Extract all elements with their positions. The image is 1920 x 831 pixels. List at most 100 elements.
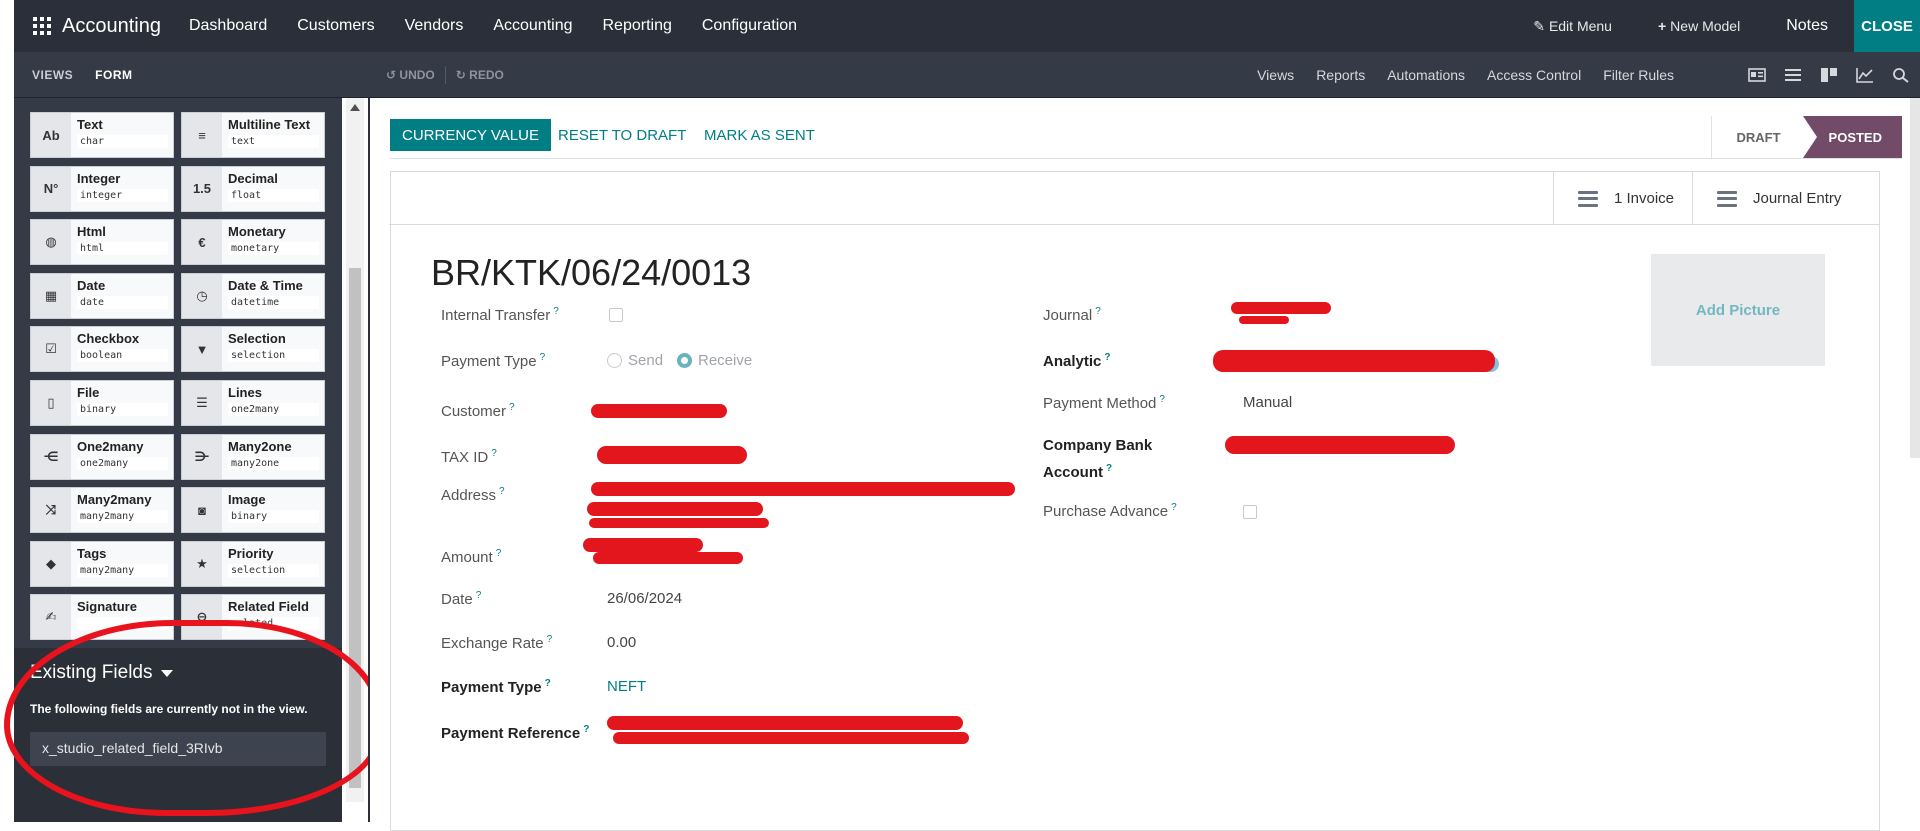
pencil-icon: ✎ (1533, 17, 1545, 34)
scroll-thumb[interactable] (349, 268, 361, 788)
nav-accounting[interactable]: Accounting (493, 17, 572, 35)
field-type-technical-name: binary (228, 510, 319, 524)
stage-draft[interactable]: DRAFT (1711, 116, 1803, 158)
image-icon: ◙ (182, 488, 222, 533)
field-type-label: Tags (77, 545, 107, 561)
notes-button[interactable]: Notes (1786, 17, 1828, 35)
field-type-label: Checkbox (77, 331, 140, 347)
field-type-text: Checkbox boolean (71, 327, 173, 371)
field-type-signature[interactable]: ✍ Signature (30, 594, 174, 641)
studio-subbar: VIEWS FORM ↺ UNDO ↻ REDO Views Reports A… (14, 52, 1920, 98)
field-type-one2many[interactable]: ⋲ One2many one2many (30, 433, 174, 480)
field-type-technical-name: many2one (228, 456, 319, 470)
scroll-up-arrow-icon[interactable] (350, 104, 360, 111)
record-title: BR/KTK/06/24/0013 (431, 252, 752, 293)
field-type-decimal[interactable]: 1.5 Decimal float (181, 165, 325, 212)
nav-customers[interactable]: Customers (297, 17, 374, 35)
existing-field-item[interactable]: x_studio_related_field_3RIvb (30, 731, 326, 766)
link-reports[interactable]: Reports (1316, 67, 1365, 83)
stage-posted[interactable]: POSTED (1802, 116, 1902, 158)
add-picture-button[interactable]: Add Picture (1651, 254, 1825, 366)
date-value[interactable]: 26/06/2024 (607, 590, 682, 607)
field-type-text: Date date (71, 274, 173, 318)
field-type-text: Many2one many2one (222, 435, 324, 479)
field-type-multiline-text[interactable]: ≡ Multiline Text text (181, 112, 325, 158)
existing-fields-toggle[interactable]: Existing Fields (30, 662, 342, 684)
field-type-technical-name: float (228, 188, 319, 202)
field-type-html[interactable]: ◍ Html html (30, 219, 174, 266)
field-type-checkbox[interactable]: ☑ Checkbox boolean (30, 326, 174, 373)
radio-receive[interactable]: Receive (677, 352, 752, 369)
kanban-view-icon[interactable] (1820, 67, 1838, 83)
graph-view-icon[interactable] (1856, 67, 1874, 83)
redaction-mark (591, 404, 727, 418)
exchange-rate-value[interactable]: 0.00 (607, 634, 636, 651)
main-scrollbar[interactable] (1910, 98, 1920, 458)
field-type-many2many[interactable]: ⤨ Many2many many2many (30, 487, 174, 534)
apps-grid-icon[interactable] (22, 0, 62, 52)
field-type-tags[interactable]: ◆ Tags many2many (30, 540, 174, 587)
link-automations[interactable]: Automations (1387, 67, 1465, 83)
field-type-date[interactable]: ▦ Date date (30, 272, 174, 319)
field-type-monetary[interactable]: € Monetary monetary (181, 219, 325, 266)
payment-type-value[interactable]: NEFT (607, 678, 646, 695)
label-internal-transfer: Internal Transfer? (441, 306, 559, 324)
link-access-control[interactable]: Access Control (1487, 67, 1581, 83)
journal-entry-smart-button[interactable]: Journal Entry (1692, 172, 1879, 225)
field-type-file[interactable]: ▯ File binary (30, 380, 174, 426)
link-filter-rules[interactable]: Filter Rules (1603, 67, 1674, 83)
field-type-text: Signature (71, 595, 173, 639)
field-type-date-time[interactable]: ◷ Date & Time datetime (181, 272, 325, 319)
close-studio-button[interactable]: CLOSE (1854, 0, 1920, 52)
nav-vendors[interactable]: Vendors (405, 17, 464, 35)
nav-dashboard[interactable]: Dashboard (189, 17, 267, 35)
new-model-button[interactable]: + New Model (1658, 18, 1740, 34)
sidebar-scrollbar[interactable] (346, 98, 364, 802)
invoice-smart-button[interactable]: 1 Invoice (1552, 172, 1692, 225)
existing-fields-title: Existing Fields (30, 662, 153, 683)
redaction-mark (1213, 350, 1495, 372)
reset-to-draft-button[interactable]: RESET TO DRAFT (558, 119, 686, 151)
edit-menu-button[interactable]: ✎ Edit Menu (1533, 18, 1612, 35)
redo-button[interactable]: ↻ REDO (456, 68, 504, 82)
field-type-text: One2many one2many (71, 435, 173, 479)
new-model-label: New Model (1670, 18, 1741, 34)
field-type-text[interactable]: Ab Text char (30, 112, 174, 158)
radio-send-label: Send (628, 352, 664, 369)
form-view-icon[interactable] (1748, 67, 1766, 83)
field-type-image[interactable]: ◙ Image binary (181, 487, 325, 534)
link-views[interactable]: Views (1257, 67, 1294, 83)
field-type-many2one[interactable]: ⋺ Many2one many2one (181, 433, 325, 480)
field-type-label: Priority (228, 545, 274, 561)
related-field-icon: ⊖ (182, 595, 222, 640)
payment-method-value[interactable]: Manual (1243, 394, 1292, 411)
mark-as-sent-button[interactable]: MARK AS SENT (704, 119, 815, 151)
signature-icon: ✍ (31, 595, 71, 640)
undo-button[interactable]: ↺ UNDO (386, 68, 435, 82)
app-brand[interactable]: Accounting (62, 15, 161, 38)
list-view-icon[interactable] (1784, 67, 1802, 83)
field-type-technical-name: selection (228, 563, 319, 577)
field-type-lines[interactable]: ☰ Lines one2many (181, 380, 325, 426)
search-icon[interactable] (1892, 67, 1910, 83)
field-type-integer[interactable]: N° Integer integer (30, 165, 174, 212)
field-type-selection[interactable]: ▼ Selection selection (181, 326, 325, 373)
monetary-icon: € (182, 220, 222, 265)
currency-value-button[interactable]: CURRENCY VALUE (390, 119, 551, 151)
nav-reporting[interactable]: Reporting (603, 17, 672, 35)
label-payment-type: Payment Type? (441, 352, 546, 370)
internal-transfer-checkbox[interactable] (609, 308, 623, 322)
purchase-advance-checkbox[interactable] (1243, 505, 1257, 519)
tab-form[interactable]: FORM (95, 68, 132, 82)
label-payment-method: Payment Method? (1043, 394, 1165, 412)
nav-configuration[interactable]: Configuration (702, 17, 797, 35)
radio-send[interactable]: Send (607, 352, 663, 369)
field-type-related-field[interactable]: ⊖ Related Field related (181, 594, 325, 641)
tab-views[interactable]: VIEWS (32, 68, 73, 82)
field-type-priority[interactable]: ★ Priority selection (181, 540, 325, 587)
redaction-mark (593, 552, 743, 564)
date-time-icon: ◷ (182, 273, 222, 318)
redaction-mark (589, 518, 769, 528)
field-type-technical-name: selection (228, 349, 319, 363)
caret-down-icon (160, 669, 173, 677)
